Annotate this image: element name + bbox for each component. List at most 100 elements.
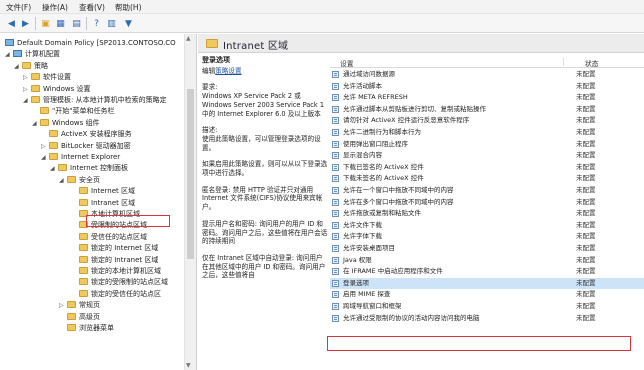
setting-state: 未配置 — [576, 290, 596, 299]
tree-node[interactable]: 安全页 — [67, 175, 100, 186]
setting-row[interactable]: 显示混合内容 未配置 — [330, 150, 644, 161]
tree-node[interactable]: ActiveX 安装程序服务 — [49, 129, 132, 140]
up-folder-icon[interactable]: ▣ — [39, 17, 52, 30]
collapse-arrow-icon[interactable]: ◢ — [59, 175, 64, 186]
tree-scrollbar[interactable]: ▲ ▼ — [184, 34, 196, 370]
setting-row[interactable]: 使用弹出窗口阻止程序 未配置 — [330, 139, 644, 150]
show-hide-tree-icon[interactable]: ▦ — [54, 17, 67, 30]
menu-help[interactable]: 帮助(H) — [115, 2, 142, 13]
setting-name: 允许拖放或复制和粘贴文件 — [343, 209, 421, 218]
menu-file[interactable]: 文件(F) — [6, 2, 31, 13]
expand-arrow-icon[interactable]: ▷ — [41, 141, 46, 152]
help-icon[interactable]: ? — [90, 17, 103, 30]
tree-node[interactable]: Internet Explorer — [49, 152, 120, 163]
toolbar-divider — [35, 17, 36, 30]
folder-icon — [67, 301, 76, 309]
setting-row[interactable]: 登录选项 未配置 — [330, 277, 644, 290]
tree-node[interactable]: 高级页 — [67, 312, 100, 323]
folder-icon — [67, 175, 76, 183]
setting-row[interactable]: 允许通过受限制的协议的活动内容访问我的电脑 未配置 — [330, 313, 644, 324]
expand-arrow-icon[interactable]: ▷ — [23, 84, 28, 95]
setting-row[interactable]: 下载已签名的 ActiveX 控件 未配置 — [330, 162, 644, 173]
tree-node[interactable]: 锁定的受限制的站点区域 — [79, 277, 168, 288]
setting-row[interactable]: 通过域访问数据源 未配置 — [330, 69, 644, 80]
policy-setting-icon — [332, 105, 339, 113]
edit-prefix: 编辑 — [202, 66, 216, 75]
setting-row[interactable]: 允许拖放或复制和粘贴文件 未配置 — [330, 208, 644, 219]
setting-row[interactable]: 在 IFRAME 中启动应用程序和文件 未配置 — [330, 266, 644, 277]
setting-row[interactable]: 允许活动脚本 未配置 — [330, 81, 644, 92]
setting-row[interactable]: 启用 MIME 探查 未配置 — [330, 289, 644, 300]
setting-row[interactable]: Java 权限 未配置 — [330, 255, 644, 266]
policy-setting-icon — [332, 175, 339, 183]
collapse-arrow-icon[interactable]: ◢ — [41, 152, 46, 163]
collapse-arrow-icon[interactable]: ◢ — [14, 61, 19, 72]
expand-arrow-icon[interactable]: ▷ — [23, 72, 28, 83]
setting-row[interactable]: 下载未签名的 ActiveX 控件 未配置 — [330, 173, 644, 184]
tree-node[interactable]: 策略 — [22, 61, 48, 72]
tree-node[interactable]: 浏览器菜单 — [67, 323, 114, 334]
tree-node[interactable]: 管理模板: 从本地计算机中检索的策略定 — [31, 95, 167, 106]
collapse-arrow-icon[interactable]: ◢ — [23, 95, 28, 106]
setting-row[interactable]: 允许在多个窗口中拖放不同域中的内容 未配置 — [330, 197, 644, 208]
tree-node[interactable]: 锁定的受信任的站点区 — [79, 289, 161, 300]
scroll-thumb[interactable] — [187, 89, 194, 259]
policy-setting-icon — [332, 71, 339, 78]
setting-row[interactable]: 允许在一个窗口中拖放不同域中的内容 未配置 — [330, 185, 644, 196]
tree-node-label: BitLocker 驱动器加密 — [61, 141, 131, 150]
properties-icon[interactable]: ▥ — [105, 17, 118, 30]
settings-list: 设置 状态 通过域访问数据源 未配置 允许活动脚本 未配置 允许 META REFRES… — [330, 56, 644, 370]
expand-arrow-icon[interactable]: ▷ — [59, 300, 64, 311]
setting-row[interactable]: 允许通过脚本从剪贴板进行剪切、复制或粘贴操作 未配置 — [330, 104, 644, 115]
collapse-arrow-icon[interactable]: ◢ — [5, 49, 10, 60]
setting-row[interactable]: 允许文件下载 未配置 — [330, 220, 644, 231]
folder-icon — [79, 267, 88, 274]
tree-node-label: 锁定的 Internet 区域 — [91, 244, 159, 253]
setting-row[interactable]: 跨域导航窗口和框架 未配置 — [330, 301, 644, 312]
setting-name: 允许通过脚本从剪贴板进行剪切、复制或粘贴操作 — [343, 104, 486, 113]
tree-node[interactable]: Windows 设置 — [31, 84, 90, 95]
menu-action[interactable]: 操作(A) — [42, 2, 68, 13]
policy-setting-icon — [332, 82, 339, 90]
tree-node[interactable]: 锁定的 Internet 区域 — [79, 243, 158, 254]
back-arrow-icon[interactable]: ◀ — [5, 17, 18, 30]
scroll-down-icon[interactable]: ▼ — [186, 362, 191, 369]
tree-node[interactable]: 常规页 — [67, 300, 100, 311]
forward-arrow-icon[interactable]: ▶ — [19, 17, 32, 30]
tree-node[interactable]: 锁定的 Intranet 区域 — [79, 255, 158, 266]
column-divider — [563, 58, 564, 66]
description-paragraph: 仅在 Intranet 区域中自动登录: 询问用户在其他区域中的用户 ID 和密… — [202, 253, 326, 280]
setting-row[interactable]: 允许安装桌面项目 未配置 — [330, 243, 644, 254]
edit-policy-link[interactable]: 策略设置 — [215, 67, 241, 75]
setting-name: 允许安装桌面项目 — [343, 244, 395, 252]
column-header-setting[interactable]: 设置 — [340, 58, 354, 68]
tree-node[interactable]: Intranet 区域 — [79, 198, 135, 209]
tree-node[interactable]: Default Domain Policy [SP2013.CONTOSO.CO — [5, 38, 176, 49]
collapse-arrow-icon[interactable]: ◢ — [32, 118, 37, 129]
setting-state: 未配置 — [576, 220, 596, 229]
tree-node[interactable]: Internet 区域 — [79, 186, 135, 197]
filter-icon[interactable]: ▼ — [122, 17, 135, 30]
tree-node[interactable]: Internet 控制面板 — [58, 163, 128, 174]
tree-node[interactable]: 软件设置 — [31, 72, 71, 83]
selected-setting-highlight — [327, 336, 631, 351]
tree-node[interactable]: "开始"菜单和任务栏 — [40, 106, 114, 117]
tree-node[interactable]: Windows 组件 — [40, 118, 99, 129]
menu-view[interactable]: 查看(V) — [79, 2, 105, 13]
setting-row[interactable]: 允许二进制行为和脚本行为 未配置 — [330, 127, 644, 138]
setting-row[interactable]: 允许 META REFRESH 未配置 — [330, 92, 644, 103]
scroll-up-icon[interactable]: ▲ — [186, 35, 191, 42]
tree-node[interactable]: 锁定的本地计算机区域 — [79, 266, 161, 277]
tree-node[interactable]: 计算机配置 — [13, 49, 60, 60]
tree-node-label: Windows 设置 — [43, 84, 91, 93]
collapse-arrow-icon[interactable]: ◢ — [50, 163, 55, 174]
tree-node[interactable]: BitLocker 驱动器加密 — [49, 141, 131, 152]
setting-state: 未配置 — [576, 313, 596, 322]
export-list-icon[interactable]: ▤ — [70, 17, 83, 30]
setting-name: 显示混合内容 — [343, 151, 382, 160]
setting-row[interactable]: 允许字体下载 未配置 — [330, 231, 644, 242]
tree-node[interactable]: 受信任的站点区域 — [79, 232, 147, 243]
setting-row[interactable]: 请勿针对 ActiveX 控件运行反恶意软件程序 未配置 — [330, 115, 644, 126]
tree-node-label: 锁定的受信任的站点区 — [91, 289, 161, 298]
column-header-state[interactable]: 状态 — [585, 58, 599, 68]
